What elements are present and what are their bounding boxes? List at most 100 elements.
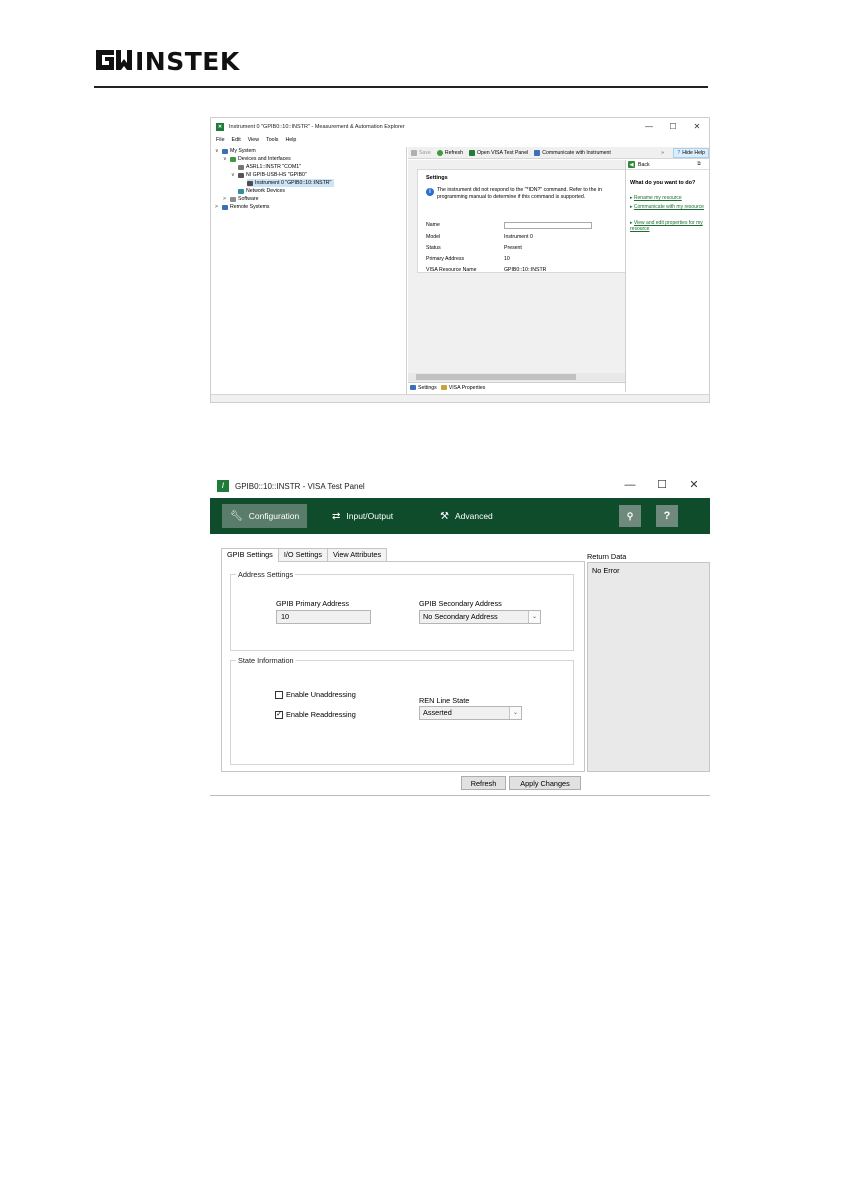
save-icon <box>411 149 417 156</box>
gpib-primary-address-input[interactable]: 10 <box>276 610 371 624</box>
view-edit-properties-link[interactable]: View and edit properties for my resource <box>630 220 703 232</box>
visa-properties-icon <box>440 385 447 390</box>
rename-resource-link[interactable]: Rename my resource <box>634 195 682 201</box>
checked-box-icon[interactable]: ✓ <box>275 710 283 719</box>
open-visa-label: Open VISA Test Panel <box>477 149 529 156</box>
gw-instek-logo: INSTEK <box>96 47 240 74</box>
name-input[interactable] <box>504 222 592 229</box>
menu-help[interactable]: Help <box>285 136 296 145</box>
communicate-with-instrument-button[interactable]: Communicate with Instrument <box>534 149 611 156</box>
open-visa-test-panel-button[interactable]: Open VISA Test Panel <box>469 149 529 156</box>
gpib-secondary-address-label: GPIB Secondary Address <box>419 599 502 608</box>
tab-advanced[interactable]: ⚒ Advanced <box>432 504 501 528</box>
communicate-resource-link[interactable]: Communicate with my resource <box>634 204 704 210</box>
tree-item-label: NI GPIB-USB-HS "GPIB0" <box>246 172 307 178</box>
tab-io-settings[interactable]: I/O Settings <box>277 548 328 561</box>
enable-unaddressing-checkbox[interactable]: Enable Unaddressing <box>275 690 356 699</box>
close-button[interactable]: ✕ <box>678 475 710 497</box>
visa-settings-icon-button[interactable]: ⚲ <box>619 505 641 527</box>
visa-app-icon: / <box>217 480 229 492</box>
info-line-2: programming manual to determine if this … <box>437 194 586 200</box>
tree-item-gpib0[interactable]: ∨ NI GPIB-USB-HS "GPIB0" <box>231 171 307 179</box>
minimize-button[interactable]: — <box>637 118 661 136</box>
tree-item-remote-systems[interactable]: > Remote Systems <box>215 203 270 211</box>
settings-panel: Settings i The instrument did not respon… <box>417 169 627 273</box>
back-button[interactable]: Back <box>638 162 650 168</box>
save-label: Save <box>419 149 431 156</box>
tab-settings-label: Settings <box>418 384 437 391</box>
enable-readdressing-checkbox[interactable]: ✓ Enable Readdressing <box>275 710 356 719</box>
expand-arrow-icon[interactable]: ∨ <box>215 147 220 155</box>
return-data-value: No Error <box>592 566 620 575</box>
info-line-1: The instrument did not respond to the "*… <box>437 187 602 193</box>
visa-window-controls: — ☐ ✕ <box>614 475 710 497</box>
help-icon: ? <box>677 150 681 156</box>
help-pane: ◀ Back ⧉ What do you want to do? ▸ Renam… <box>625 160 709 392</box>
maximize-button[interactable]: ☐ <box>661 118 685 136</box>
tab-configuration[interactable]: 🔧︎ Configuration <box>222 504 308 528</box>
tree-item-asrl1[interactable]: ASRL1::INSTR "COM1" <box>238 163 301 171</box>
visa-resource-name-value: GPIB0::10::INSTR <box>504 267 547 273</box>
menu-file[interactable]: File <box>216 136 225 145</box>
tab-view-attributes[interactable]: View Attributes <box>326 548 388 561</box>
software-icon <box>230 196 236 202</box>
refresh-label: Refresh <box>444 149 463 156</box>
hide-help-button[interactable]: ? Hide Help <box>673 148 709 158</box>
tree-item-label: Devices and Interfaces <box>238 156 291 162</box>
expand-arrow-icon[interactable]: > <box>215 203 220 211</box>
max-statusbar <box>211 394 709 402</box>
help-link-rename[interactable]: ▸ Rename my resource <box>630 195 706 202</box>
undock-icon[interactable]: ⧉ <box>697 161 701 168</box>
bottom-tabs: Settings VISA Properties <box>408 382 625 392</box>
menu-edit[interactable]: Edit <box>232 136 241 145</box>
tab-settings[interactable]: Settings <box>410 385 437 391</box>
tree-item-instrument-0[interactable]: Instrument 0 "GPIB0::10::INSTR" <box>247 179 335 187</box>
tree-item-software[interactable]: > Software <box>223 195 258 203</box>
tab-gpib-settings[interactable]: GPIB Settings <box>221 548 279 562</box>
gpib-settings-panel: Address Settings GPIB Primary Address 10… <box>221 561 585 772</box>
max-toolbar: Save Refresh Open VISA Test Panel Commun… <box>408 147 709 159</box>
gpib-primary-address-label: GPIB Primary Address <box>276 599 349 608</box>
help-link-communicate[interactable]: ▸ Communicate with my resource <box>630 204 706 211</box>
network-icon <box>238 188 244 194</box>
tree-item-my-system[interactable]: ∨ My System <box>215 147 256 155</box>
expand-arrow-icon[interactable]: ∨ <box>223 155 228 163</box>
tree-item-label: Software <box>238 196 259 202</box>
expand-arrow-icon[interactable]: > <box>223 195 228 203</box>
chevron-down-icon: ⌄ <box>509 707 521 719</box>
expand-arrow-icon[interactable]: ∨ <box>231 171 236 179</box>
enable-unaddressing-label: Enable Unaddressing <box>286 690 356 699</box>
max-window: ✕ Instrument 0 "GPIB0::10::INSTR" - Meas… <box>210 117 710 403</box>
tab-visa-properties[interactable]: VISA Properties <box>440 385 485 391</box>
return-data-box: No Error <box>587 562 710 772</box>
toolbar-overflow-icon[interactable]: » <box>661 150 664 156</box>
unchecked-box-icon[interactable] <box>275 690 283 699</box>
ren-line-state-select[interactable]: Asserted ⌄ <box>419 706 522 720</box>
visa-resource-name-label: VISA Resource Name <box>426 267 477 273</box>
menu-view[interactable]: View <box>248 136 259 145</box>
visa-window-title: GPIB0::10::INSTR - VISA Test Panel <box>235 481 365 491</box>
tree-item-network-devices[interactable]: Network Devices <box>238 187 285 195</box>
maximize-button[interactable]: ☐ <box>646 475 678 497</box>
save-button[interactable]: Save <box>411 149 431 156</box>
gpib-secondary-address-select[interactable]: No Secondary Address ⌄ <box>419 610 541 624</box>
horizontal-scrollbar[interactable] <box>408 373 625 381</box>
scrollbar-thumb[interactable] <box>416 374 576 380</box>
tree-item-devices-interfaces[interactable]: ∨ Devices and Interfaces <box>223 155 291 163</box>
help-button[interactable]: ? <box>656 505 678 527</box>
help-link-properties[interactable]: ▸ View and edit properties for my resour… <box>630 220 706 232</box>
refresh-button[interactable]: Refresh <box>436 149 463 156</box>
minimize-button[interactable]: — <box>614 475 646 497</box>
tab-input-output[interactable]: ⇄ Input/Output <box>324 504 401 528</box>
tools-icon: ⚒ <box>440 510 449 522</box>
visa-test-panel-window: / GPIB0::10::INSTR - VISA Test Panel — ☐… <box>210 475 710 796</box>
back-arrow-icon[interactable]: ◀ <box>628 161 635 168</box>
menu-tools[interactable]: Tools <box>266 136 278 145</box>
state-information-label: State Information <box>236 656 296 665</box>
visa-icon <box>469 149 475 156</box>
close-button[interactable]: ✕ <box>685 118 709 136</box>
help-pane-header: ◀ Back ⧉ <box>626 160 709 170</box>
refresh-button[interactable]: Refresh <box>461 776 506 790</box>
max-app-icon: ✕ <box>216 123 224 131</box>
apply-changes-button[interactable]: Apply Changes <box>509 776 581 790</box>
